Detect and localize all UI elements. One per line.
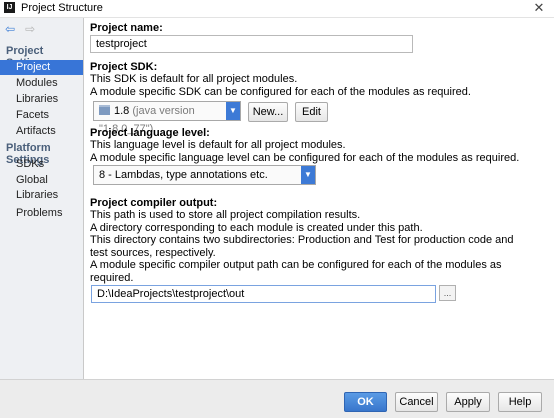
close-icon[interactable]: ✕ [532, 0, 546, 16]
new-sdk-button[interactable]: New... [248, 102, 288, 122]
language-level-desc-2: A module specific language level can be … [90, 152, 520, 164]
project-sdk-desc-1: This SDK is default for all project modu… [90, 73, 298, 85]
title-bar: IJ Project Structure ✕ [0, 0, 554, 18]
apply-button[interactable]: Apply [446, 392, 490, 412]
sidebar-item-project[interactable]: Project [0, 60, 83, 75]
forward-arrow-icon[interactable]: ⇨ [25, 22, 36, 36]
window-title: Project Structure [21, 2, 103, 14]
compiler-output-label: Project compiler output: [90, 197, 218, 209]
dialog-footer: OK Cancel Apply Help [0, 379, 554, 418]
sidebar-item-facets[interactable]: Facets [0, 108, 83, 123]
compiler-output-desc-3: This directory contains two subdirectori… [90, 234, 514, 246]
sidebar-item-artifacts[interactable]: Artifacts [0, 124, 83, 139]
compiler-output-desc-6: required. [90, 272, 134, 284]
sidebar-item-problems[interactable]: Problems [0, 206, 83, 221]
edit-sdk-button[interactable]: Edit [295, 102, 328, 122]
chevron-down-icon[interactable]: ▼ [301, 166, 315, 184]
chevron-down-icon[interactable]: ▼ [226, 102, 240, 120]
project-name-input[interactable]: testproject [90, 35, 413, 53]
compiler-output-desc-1: This path is used to store all project c… [90, 209, 361, 221]
language-level-label: Project language level: [90, 127, 210, 139]
sidebar-item-libraries[interactable]: Libraries [0, 92, 83, 107]
compiler-output-desc-5: A module specific compiler output path c… [90, 259, 502, 271]
back-arrow-icon[interactable]: ⇦ [5, 22, 16, 36]
language-level-desc-1: This language level is default for all p… [90, 139, 346, 151]
intellij-app-icon: IJ [4, 2, 15, 13]
browse-button[interactable]: ... [439, 285, 456, 301]
help-button[interactable]: Help [498, 392, 542, 412]
cancel-button[interactable]: Cancel [395, 392, 438, 412]
language-level-dropdown[interactable]: 8 - Lambdas, type annotations etc. ▼ [93, 165, 316, 185]
project-sdk-label: Project SDK: [90, 61, 158, 73]
project-settings-panel: Project name: testproject Project SDK: T… [84, 18, 554, 379]
sidebar-item-sdks[interactable]: SDKs [0, 157, 83, 172]
project-name-label: Project name: [90, 22, 163, 34]
sidebar-item-modules[interactable]: Modules [0, 76, 83, 91]
language-level-value: 8 - Lambdas, type annotations etc. [99, 169, 268, 181]
sdk-version: 1.8 [114, 105, 130, 117]
sidebar-item-global-libraries[interactable]: Global Libraries [0, 173, 83, 201]
sdk-folder-icon [99, 105, 110, 115]
project-sdk-desc-2: A module specific SDK can be configured … [90, 86, 471, 98]
navigation-arrows: ⇦ ⇨ [5, 22, 42, 36]
project-sdk-dropdown[interactable]: 1.8 (java version "1.8.0_77") ▼ [93, 101, 241, 135]
ok-button[interactable]: OK [344, 392, 387, 412]
sidebar: ⇦ ⇨ Project Settings Project Modules Lib… [0, 18, 84, 379]
compiler-output-path-input[interactable]: D:\IdeaProjects\testproject\out [91, 285, 436, 303]
